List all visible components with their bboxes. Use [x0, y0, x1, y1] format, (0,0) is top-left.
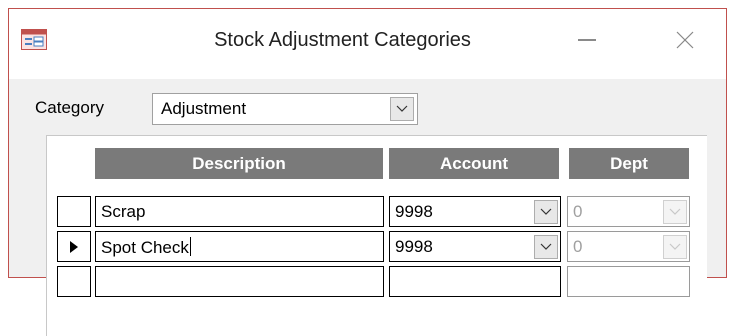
account-value: 9998 [395, 202, 433, 221]
chevron-down-icon [669, 208, 681, 215]
chevron-down-icon [540, 243, 552, 250]
description-cell[interactable] [95, 266, 384, 297]
category-value: Adjustment [161, 99, 247, 118]
account-combo[interactable]: 9998 [389, 196, 561, 227]
dept-combo[interactable] [567, 266, 690, 297]
description-value: Spot Check [101, 238, 189, 257]
title-bar[interactable]: Stock Adjustment Categories [9, 9, 726, 79]
column-header-description[interactable]: Description [95, 148, 383, 179]
current-record-icon [70, 240, 78, 253]
datasheet-grid: Description Account Dept Scrap 9998 0 Sp… [46, 135, 707, 336]
dept-dropdown-button[interactable] [663, 200, 687, 224]
row-selector[interactable] [57, 266, 91, 297]
dept-value: 0 [573, 202, 583, 221]
close-icon [676, 31, 694, 49]
account-combo[interactable] [389, 266, 561, 297]
minimize-icon [578, 39, 596, 41]
category-combo[interactable]: Adjustment [152, 93, 418, 125]
dept-combo[interactable]: 0 [567, 231, 690, 262]
account-dropdown-button[interactable] [534, 235, 558, 259]
form-body: Category Adjustment Description Account … [9, 79, 726, 336]
account-combo[interactable]: 9998 [389, 231, 561, 262]
row-selector[interactable] [57, 231, 91, 262]
text-cursor [189, 237, 191, 256]
column-header-dept[interactable]: Dept [569, 148, 689, 179]
dept-dropdown-button[interactable] [663, 235, 687, 259]
category-dropdown-button[interactable] [390, 97, 414, 121]
account-dropdown-button[interactable] [534, 200, 558, 224]
row-selector[interactable] [57, 196, 91, 227]
form-window: Stock Adjustment Categories Category Adj… [8, 8, 727, 336]
dept-value: 0 [573, 237, 583, 256]
description-cell[interactable]: Scrap [95, 196, 384, 227]
account-value: 9998 [395, 237, 433, 256]
chevron-down-icon [669, 243, 681, 250]
chevron-down-icon [540, 208, 552, 215]
minimize-button[interactable] [558, 19, 616, 61]
column-header-account[interactable]: Account [389, 148, 559, 179]
close-button[interactable] [656, 19, 714, 61]
description-value: Scrap [101, 202, 146, 221]
chevron-down-icon [396, 105, 408, 112]
description-cell[interactable]: Spot Check [95, 231, 384, 262]
window-title: Stock Adjustment Categories [214, 29, 471, 51]
dept-combo[interactable]: 0 [567, 196, 690, 227]
category-label: Category [35, 98, 104, 117]
